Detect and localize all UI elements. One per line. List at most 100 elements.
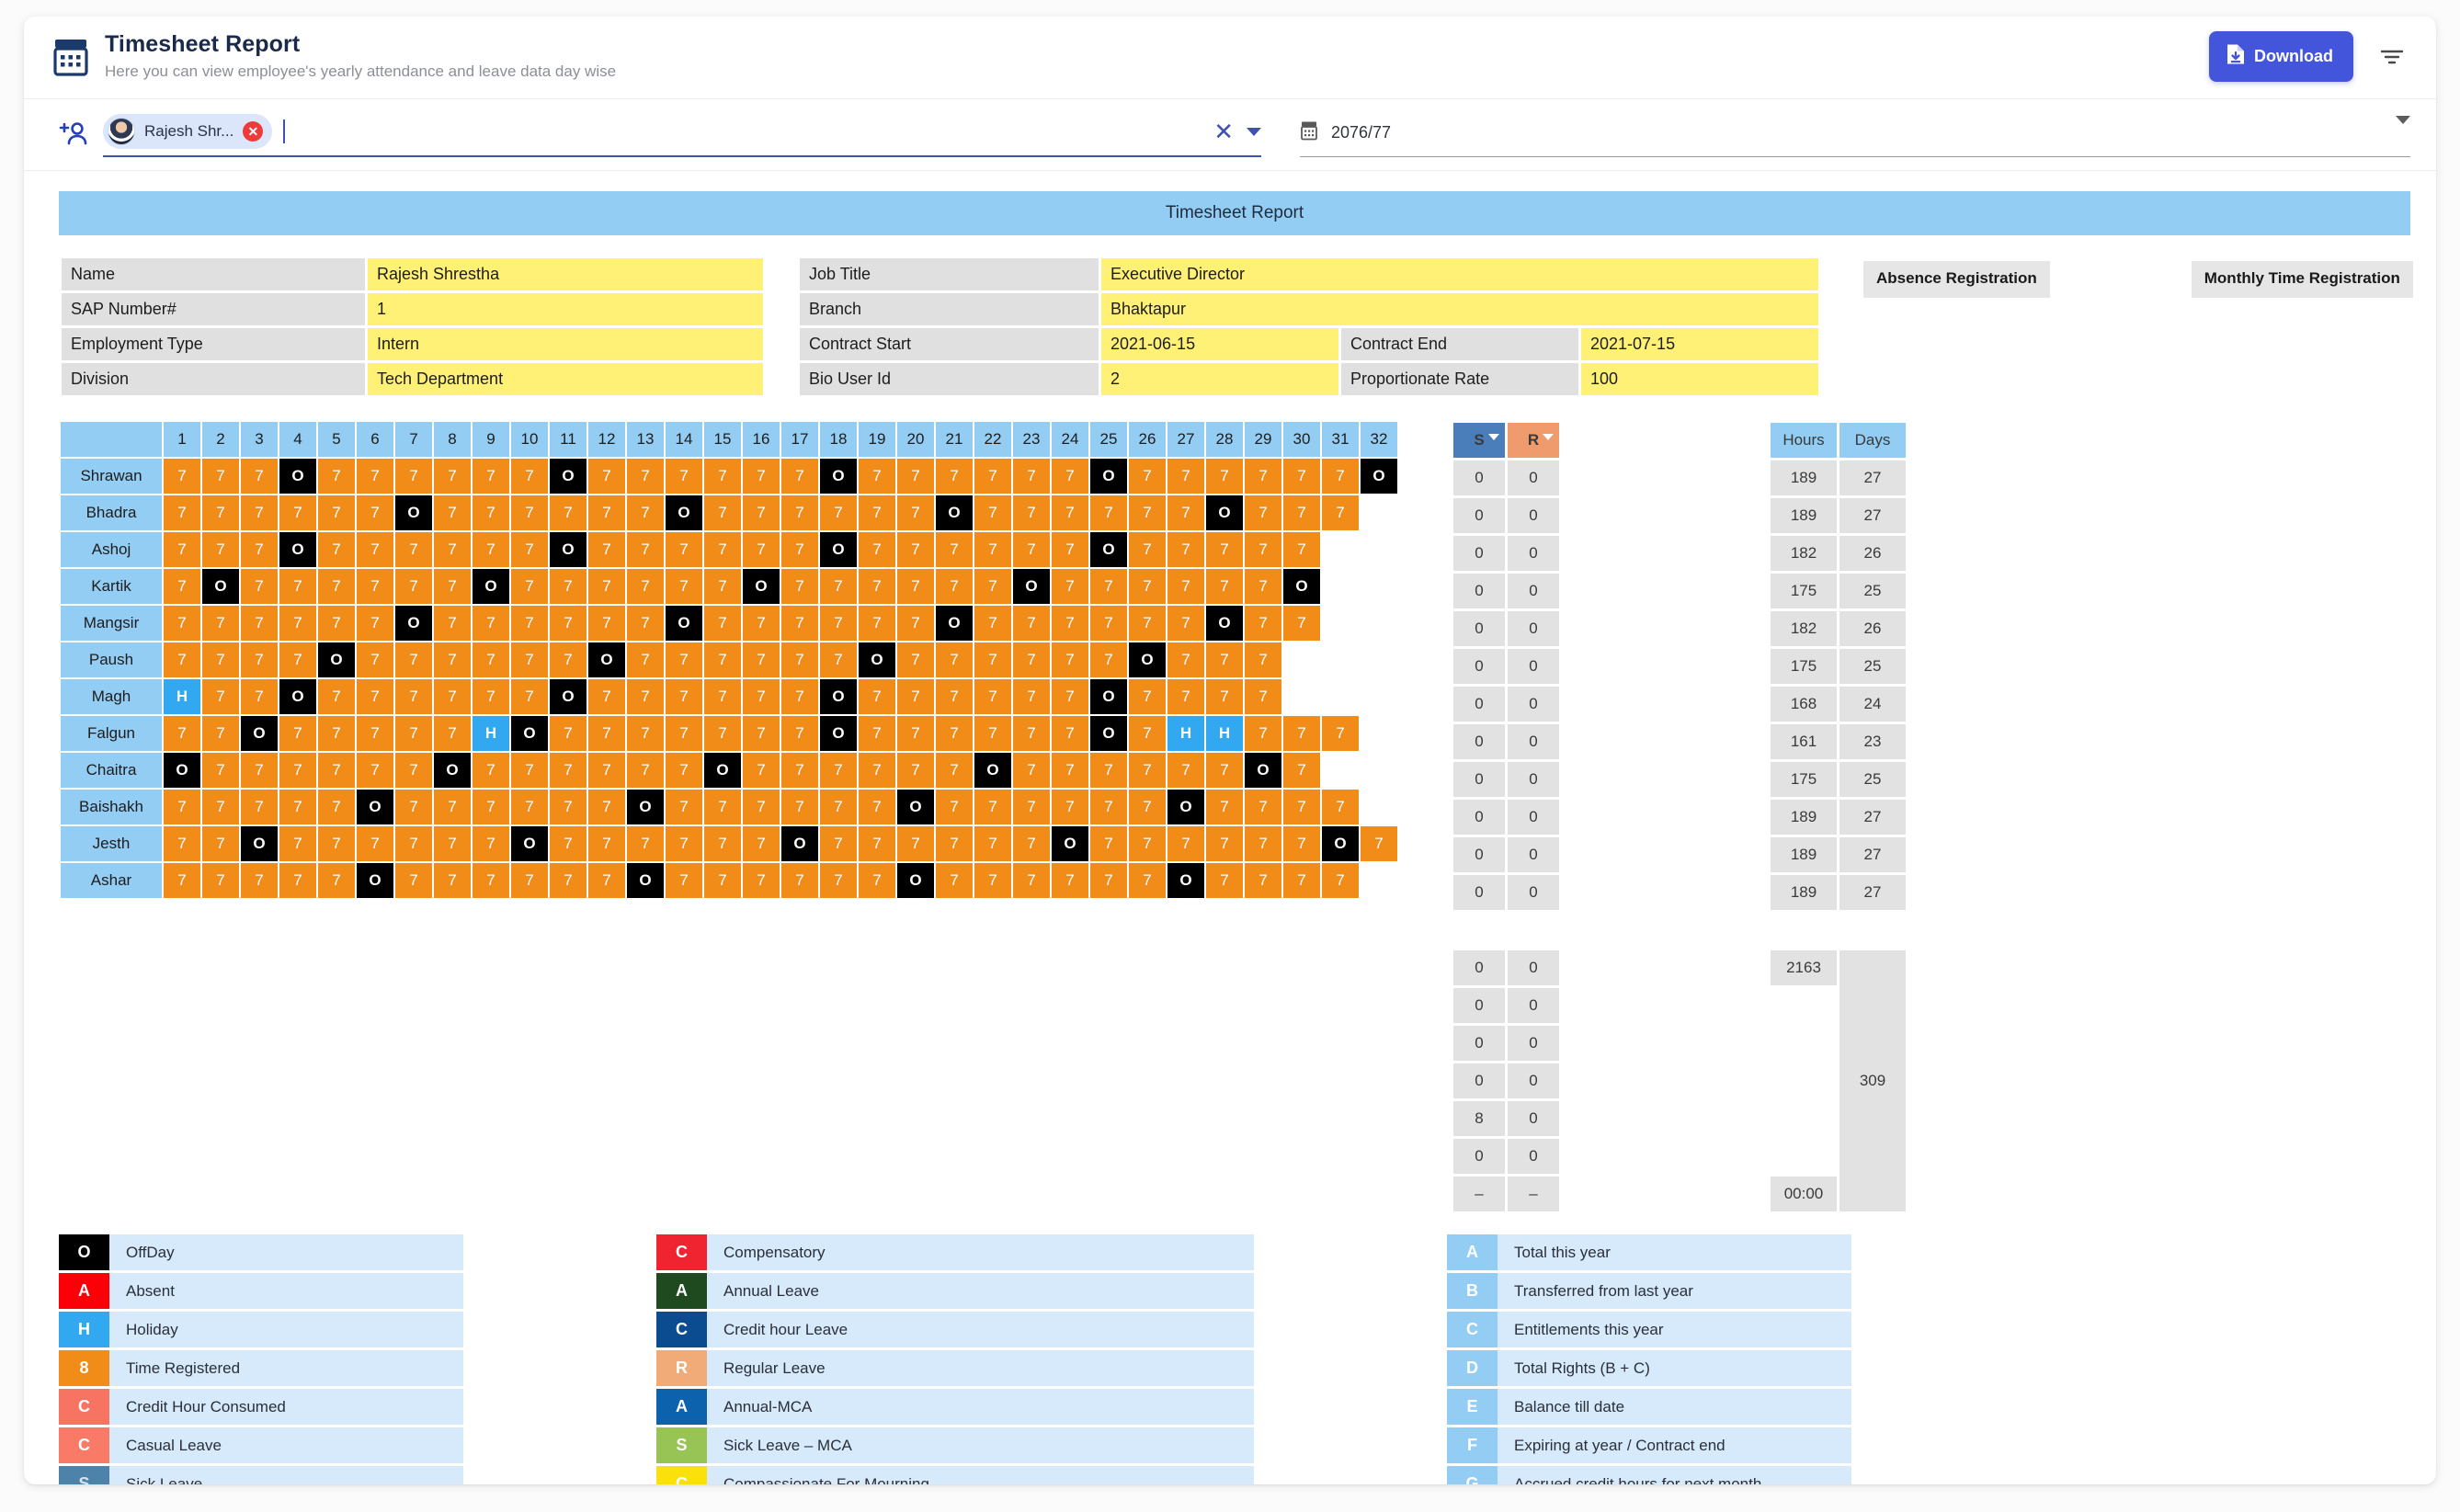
day-cell[interactable]: 7 — [1052, 459, 1088, 494]
day-cell[interactable]: 7 — [357, 642, 393, 677]
day-cell[interactable]: 7 — [1052, 863, 1088, 898]
clear-all-icon[interactable]: ✕ — [1213, 119, 1234, 143]
day-cell[interactable]: 7 — [550, 642, 587, 677]
empty-cell[interactable] — [1361, 863, 1397, 898]
day-cell[interactable]: 7 — [434, 606, 471, 641]
day-cell[interactable]: 7 — [936, 532, 973, 567]
day-cell[interactable]: 7 — [473, 606, 509, 641]
day-cell[interactable]: 7 — [318, 790, 355, 824]
day-cell[interactable]: 7 — [936, 642, 973, 677]
day-cell[interactable]: 7 — [666, 790, 702, 824]
day-cell[interactable]: 7 — [743, 753, 780, 788]
day-cell[interactable]: 7 — [279, 753, 316, 788]
day-cell[interactable]: O — [318, 642, 355, 677]
day-cell[interactable]: H — [164, 679, 200, 714]
day-cell[interactable]: 7 — [627, 495, 664, 530]
day-cell[interactable]: 7 — [1090, 606, 1127, 641]
day-cell[interactable]: 7 — [279, 569, 316, 604]
day-cell[interactable]: H — [1206, 716, 1243, 751]
day-cell[interactable]: O — [666, 606, 702, 641]
day-cell[interactable]: 7 — [1013, 863, 1050, 898]
day-cell[interactable]: O — [1013, 569, 1050, 604]
day-cell[interactable]: 7 — [743, 495, 780, 530]
day-cell[interactable]: 7 — [1129, 863, 1166, 898]
day-cell[interactable]: 7 — [318, 459, 355, 494]
day-cell[interactable]: 7 — [1245, 642, 1281, 677]
day-cell[interactable]: 7 — [781, 569, 818, 604]
day-cell[interactable]: 7 — [550, 569, 587, 604]
day-cell[interactable]: 7 — [202, 826, 239, 861]
day-cell[interactable]: 7 — [1206, 826, 1243, 861]
day-cell[interactable]: 7 — [1167, 679, 1204, 714]
day-cell[interactable]: 7 — [859, 679, 895, 714]
day-cell[interactable]: 7 — [704, 679, 741, 714]
day-cell[interactable]: 7 — [164, 790, 200, 824]
day-cell[interactable]: 7 — [1013, 606, 1050, 641]
day-cell[interactable]: O — [279, 679, 316, 714]
day-cell[interactable]: 7 — [318, 826, 355, 861]
day-cell[interactable]: 7 — [666, 716, 702, 751]
day-cell[interactable]: O — [241, 826, 278, 861]
day-cell[interactable]: 7 — [550, 716, 587, 751]
day-cell[interactable]: 7 — [395, 790, 432, 824]
day-cell[interactable]: 7 — [511, 753, 548, 788]
day-cell[interactable]: 7 — [936, 679, 973, 714]
day-cell[interactable]: 7 — [1090, 826, 1127, 861]
day-cell[interactable]: 7 — [434, 679, 471, 714]
day-cell[interactable]: 7 — [743, 790, 780, 824]
add-person-icon[interactable] — [59, 119, 90, 150]
day-cell[interactable]: 7 — [897, 716, 934, 751]
day-cell[interactable]: 7 — [318, 863, 355, 898]
day-cell[interactable]: 7 — [164, 606, 200, 641]
day-cell[interactable]: 7 — [781, 753, 818, 788]
day-cell[interactable]: 7 — [1245, 826, 1281, 861]
day-cell[interactable]: O — [241, 716, 278, 751]
day-cell[interactable]: 7 — [1129, 569, 1166, 604]
day-cell[interactable]: 7 — [936, 790, 973, 824]
day-cell[interactable]: 7 — [434, 790, 471, 824]
day-cell[interactable]: O — [1167, 863, 1204, 898]
day-cell[interactable]: 7 — [588, 459, 625, 494]
day-cell[interactable]: 7 — [1090, 863, 1127, 898]
day-cell[interactable]: 7 — [1013, 642, 1050, 677]
day-cell[interactable]: 7 — [1361, 826, 1397, 861]
day-cell[interactable]: O — [357, 790, 393, 824]
day-cell[interactable]: 7 — [859, 716, 895, 751]
day-cell[interactable]: 7 — [588, 495, 625, 530]
day-cell[interactable]: 7 — [1013, 459, 1050, 494]
monthly-col-header[interactable]: Days — [1839, 423, 1906, 458]
day-cell[interactable]: 7 — [859, 459, 895, 494]
day-cell[interactable]: O — [202, 569, 239, 604]
day-cell[interactable]: 7 — [1129, 679, 1166, 714]
day-cell[interactable]: 7 — [1090, 642, 1127, 677]
day-cell[interactable]: 7 — [1167, 753, 1204, 788]
day-cell[interactable]: 7 — [1129, 459, 1166, 494]
chevron-down-icon[interactable] — [1543, 434, 1554, 440]
day-cell[interactable]: 7 — [781, 716, 818, 751]
day-cell[interactable]: 7 — [1129, 532, 1166, 567]
day-cell[interactable]: 7 — [318, 532, 355, 567]
empty-cell[interactable] — [1361, 569, 1397, 604]
day-cell[interactable]: 7 — [859, 790, 895, 824]
empty-cell[interactable] — [1283, 679, 1320, 714]
empty-cell[interactable] — [1361, 790, 1397, 824]
day-cell[interactable]: O — [666, 495, 702, 530]
day-cell[interactable]: 7 — [1206, 642, 1243, 677]
day-cell[interactable]: 7 — [550, 863, 587, 898]
day-cell[interactable]: 7 — [473, 532, 509, 567]
day-cell[interactable]: 7 — [1283, 532, 1320, 567]
day-cell[interactable]: 7 — [164, 459, 200, 494]
empty-cell[interactable] — [1283, 642, 1320, 677]
day-cell[interactable]: 7 — [1013, 495, 1050, 530]
empty-cell[interactable] — [1322, 642, 1359, 677]
day-cell[interactable]: 7 — [974, 495, 1011, 530]
day-cell[interactable]: 7 — [1283, 826, 1320, 861]
day-cell[interactable]: 7 — [241, 863, 278, 898]
day-cell[interactable]: 7 — [473, 642, 509, 677]
day-cell[interactable]: 7 — [1013, 716, 1050, 751]
day-cell[interactable]: O — [859, 642, 895, 677]
day-cell[interactable]: 7 — [704, 790, 741, 824]
day-cell[interactable]: 7 — [897, 569, 934, 604]
day-cell[interactable]: 7 — [473, 495, 509, 530]
day-cell[interactable]: 7 — [1167, 495, 1204, 530]
